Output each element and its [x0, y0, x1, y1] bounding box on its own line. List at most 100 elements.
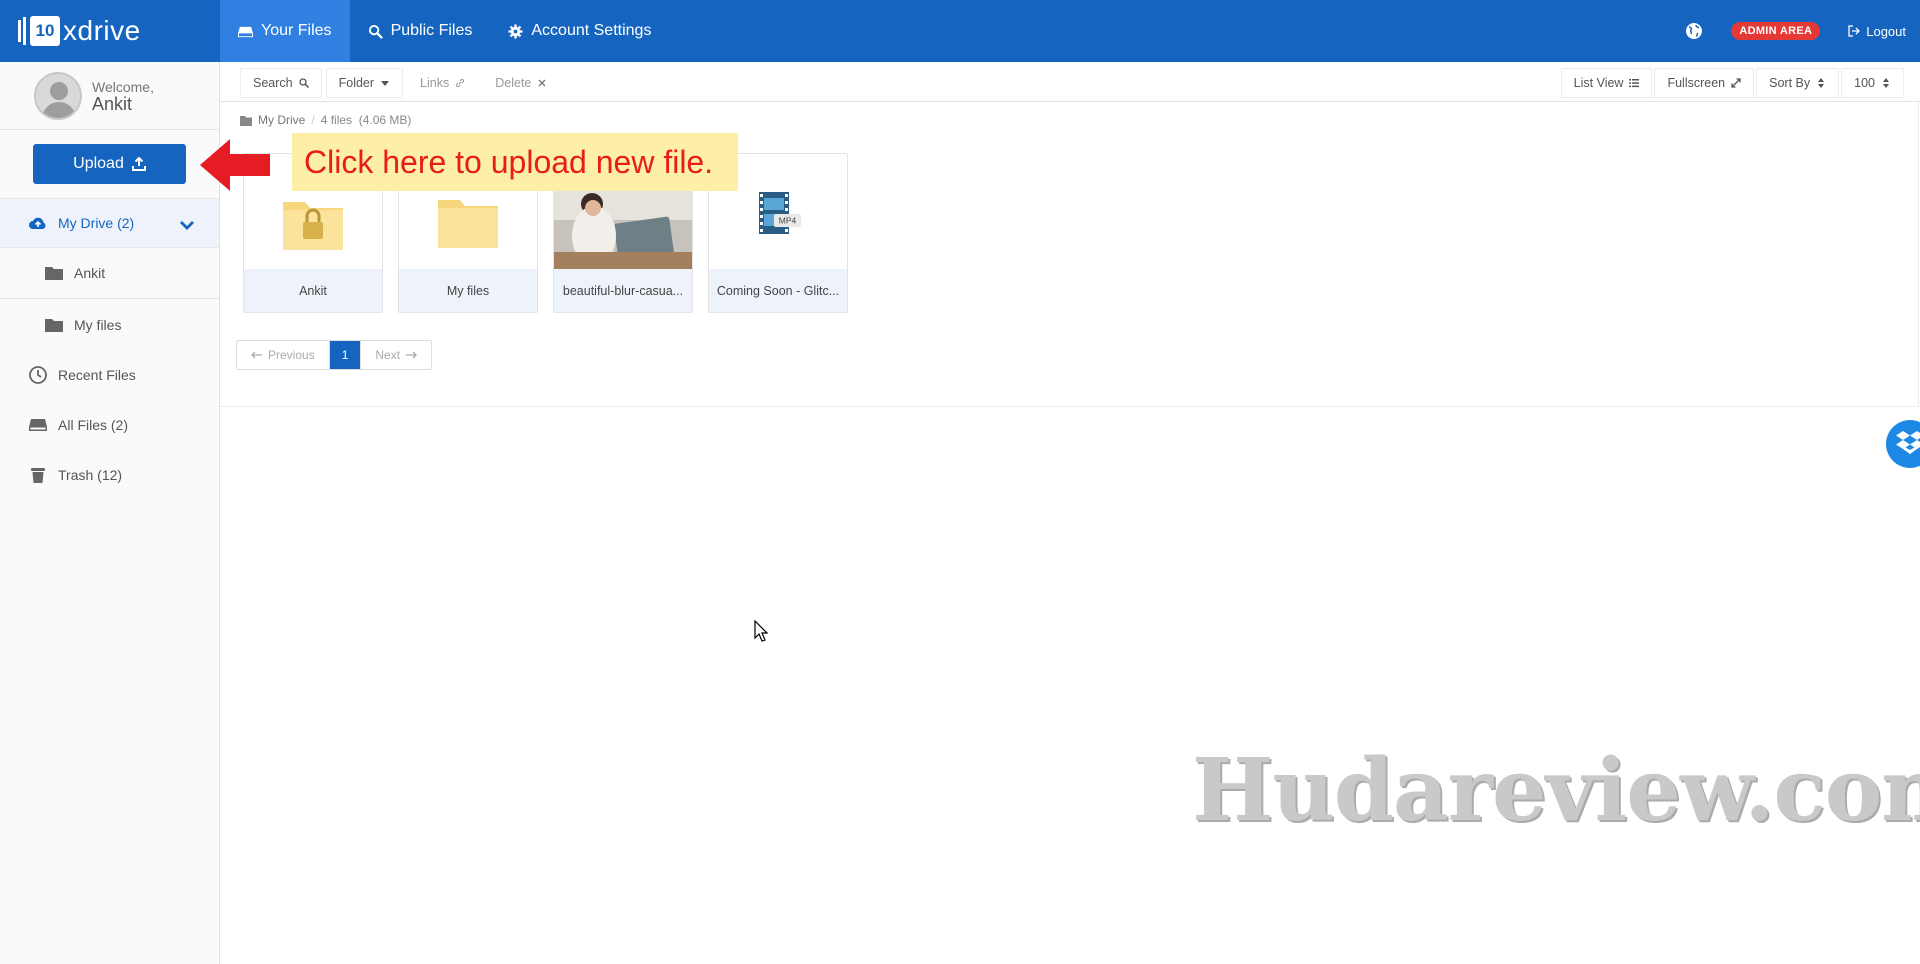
- admin-area-badge[interactable]: ADMIN AREA: [1731, 22, 1821, 40]
- sidebar-item-all-files[interactable]: All Files (2): [0, 400, 219, 450]
- image-thumbnail: [554, 190, 692, 270]
- file-toolbar: Search Folder Links Delete List View Ful…: [220, 62, 1920, 102]
- top-right-actions: ADMIN AREA Logout: [1685, 0, 1906, 62]
- nav-public-files[interactable]: Public Files: [350, 0, 491, 62]
- upload-button[interactable]: Upload: [33, 144, 186, 184]
- search-button[interactable]: Search: [240, 68, 322, 98]
- chevron-down-icon[interactable]: [177, 216, 197, 236]
- globe-icon[interactable]: [1685, 22, 1703, 40]
- previous-page-button[interactable]: Previous: [237, 341, 330, 369]
- logout-label: Logout: [1866, 23, 1906, 39]
- page-1-button[interactable]: 1: [329, 341, 362, 369]
- sidebar-item-recent-files[interactable]: Recent Files: [0, 350, 219, 400]
- content-right-edge: [1918, 102, 1919, 407]
- file-name: Ankit: [244, 269, 382, 312]
- folder-icon: [45, 267, 63, 280]
- file-name: My files: [399, 269, 537, 312]
- folder-icon: [438, 200, 498, 248]
- watermark: Hudareview.com: [1192, 740, 1920, 841]
- fullscreen-button[interactable]: Fullscreen: [1654, 68, 1755, 98]
- nav-account-settings-label: Account Settings: [531, 22, 652, 39]
- sort-icon: [1818, 78, 1825, 88]
- search-label: Search: [253, 76, 293, 90]
- breadcrumb: My Drive / 4 files (4.06 MB): [240, 113, 411, 127]
- nav-your-files[interactable]: Your Files: [220, 0, 350, 62]
- mp4-badge: MP4: [779, 216, 797, 226]
- breadcrumb-my-drive[interactable]: My Drive: [258, 113, 305, 127]
- list-view-button[interactable]: List View: [1560, 68, 1653, 98]
- logout-icon: [1848, 25, 1861, 37]
- content-divider: [220, 406, 1920, 407]
- sort-by-dropdown[interactable]: Sort By: [1756, 68, 1840, 98]
- sidebar-item-recent-files-label: Recent Files: [58, 367, 136, 383]
- logout-link[interactable]: Logout: [1848, 24, 1906, 39]
- top-navbar: 10 xdrive Your Files Public Files Accoun…: [0, 0, 1920, 62]
- breadcrumb-summary: 4 files (4.06 MB): [320, 113, 412, 127]
- gear-icon: [508, 23, 523, 39]
- logo-bars: [18, 17, 28, 45]
- dropbox-icon: [1896, 431, 1920, 454]
- sidebar-item-ankit-label: Ankit: [74, 265, 106, 281]
- close-icon: [538, 79, 546, 87]
- sidebar-item-my-files[interactable]: My files: [0, 299, 219, 350]
- caret-down-icon: [381, 81, 390, 86]
- sort-by-label: Sort By: [1769, 76, 1811, 90]
- clock-icon: [29, 366, 47, 384]
- sidebar-item-trash-label: Trash (12): [58, 467, 123, 483]
- welcome-panel: Welcome, Ankit: [0, 62, 219, 130]
- cloud-upload-icon: [29, 217, 46, 229]
- search-icon: [368, 24, 383, 39]
- links-label: Links: [420, 76, 450, 90]
- locked-folder-icon: [283, 202, 343, 250]
- trash-icon: [31, 468, 45, 483]
- delete-label: Delete: [495, 76, 532, 90]
- mouse-cursor: [754, 620, 768, 642]
- callout-arrow: [200, 139, 270, 191]
- next-page-button[interactable]: Next: [361, 341, 431, 369]
- sidebar: Welcome, Ankit Upload My Drive (2) Ankit…: [0, 62, 220, 964]
- drive-icon: [29, 419, 47, 431]
- logo-mark: 10: [18, 16, 60, 46]
- sidebar-item-my-drive-label: My Drive (2): [58, 215, 135, 231]
- upload-label: Upload: [73, 155, 124, 172]
- sort-icon: [1883, 78, 1889, 88]
- avatar: [34, 71, 82, 120]
- logo-text: xdrive: [63, 15, 141, 46]
- arrow-left-icon: [251, 351, 262, 359]
- dropbox-button[interactable]: [1886, 420, 1920, 468]
- drive-icon: [238, 26, 253, 37]
- app-logo[interactable]: 10 xdrive: [18, 12, 141, 50]
- sidebar-item-my-drive[interactable]: My Drive (2): [0, 198, 219, 248]
- sidebar-item-my-files-label: My files: [74, 316, 122, 333]
- welcome-label: Welcome,: [92, 78, 154, 95]
- file-name: beautiful-blur-casua...: [554, 269, 692, 312]
- folder-label: Folder: [338, 76, 375, 90]
- sidebar-item-trash[interactable]: Trash (12): [0, 450, 219, 500]
- sidebar-item-all-files-label: All Files (2): [58, 417, 129, 433]
- fullscreen-label: Fullscreen: [1667, 76, 1726, 90]
- folder-icon: [240, 115, 252, 126]
- folder-icon: [45, 318, 63, 332]
- delete-button[interactable]: Delete: [482, 68, 561, 98]
- user-name: Ankit: [92, 93, 133, 114]
- breadcrumb-separator: /: [311, 113, 315, 127]
- per-page-select[interactable]: 100: [1841, 68, 1904, 98]
- upload-callout: Click here to upload new file.: [292, 133, 738, 191]
- per-page-value: 100: [1854, 76, 1875, 90]
- sidebar-item-ankit[interactable]: Ankit: [0, 248, 219, 299]
- link-icon: [456, 78, 465, 88]
- previous-label: Previous: [268, 348, 315, 362]
- list-icon: [1629, 79, 1640, 88]
- links-button[interactable]: Links: [407, 68, 479, 98]
- nav-public-files-label: Public Files: [390, 22, 473, 39]
- file-name: Coming Soon - Glitc...: [709, 269, 847, 312]
- nav-your-files-label: Your Files: [261, 22, 332, 39]
- logo-number: 10: [30, 16, 60, 46]
- next-label: Next: [375, 348, 401, 362]
- list-view-label: List View: [1573, 76, 1624, 90]
- nav-account-settings[interactable]: Account Settings: [490, 0, 669, 62]
- expand-icon: [1731, 78, 1741, 88]
- video-file-icon: MP4: [759, 192, 801, 234]
- pagination: Previous 1 Next: [236, 340, 433, 370]
- folder-dropdown[interactable]: Folder: [325, 68, 404, 98]
